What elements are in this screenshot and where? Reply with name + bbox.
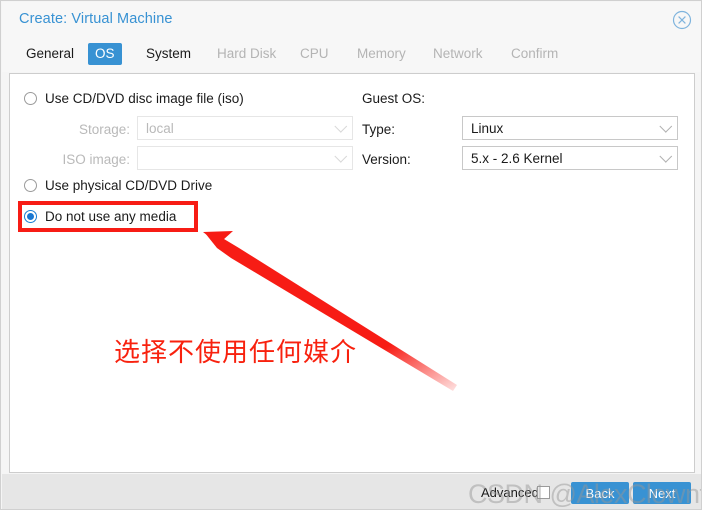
- os-type-label: Type:: [362, 122, 396, 137]
- tab-system[interactable]: System: [139, 43, 198, 65]
- os-type-select[interactable]: Linux: [462, 116, 678, 140]
- chevron-down-icon: [330, 119, 352, 133]
- os-version-label: Version:: [362, 152, 411, 167]
- chevron-down-icon: [655, 149, 677, 163]
- create-vm-dialog: Create: Virtual Machine General OS Syste…: [0, 0, 702, 510]
- wizard-tabbar: General OS System Hard Disk CPU Memory N…: [2, 38, 701, 72]
- os-type-select-value: Linux: [471, 120, 504, 136]
- tab-cpu[interactable]: CPU: [293, 43, 336, 65]
- tab-confirm[interactable]: Confirm: [504, 43, 565, 65]
- tab-os[interactable]: OS: [88, 43, 122, 65]
- storage-select-value: local: [146, 120, 174, 136]
- close-circle-glyph: [672, 10, 692, 30]
- radio-no-media-row[interactable]: Do not use any media: [24, 209, 176, 224]
- next-button[interactable]: Next: [633, 482, 691, 504]
- os-step-panel: Use CD/DVD disc image file (iso) Storage…: [9, 73, 695, 473]
- tab-general[interactable]: General: [19, 43, 81, 65]
- radio-no-media-label: Do not use any media: [45, 209, 177, 224]
- storage-select[interactable]: local: [137, 116, 353, 140]
- back-button[interactable]: Back: [571, 482, 629, 504]
- dialog-title: Create: Virtual Machine: [19, 11, 173, 27]
- os-version-select-value: 5.x - 2.6 Kernel: [471, 150, 563, 166]
- chevron-down-icon: [655, 119, 677, 133]
- tab-hard-disk[interactable]: Hard Disk: [210, 43, 283, 65]
- iso-image-select[interactable]: [137, 146, 353, 170]
- advanced-label: Advanced: [481, 485, 539, 500]
- advanced-checkbox[interactable]: [537, 486, 550, 499]
- radio-use-physical-label: Use physical CD/DVD Drive: [45, 178, 213, 193]
- radio-use-iso[interactable]: [24, 92, 37, 105]
- chevron-down-icon: [330, 149, 352, 163]
- radio-use-physical-row[interactable]: Use physical CD/DVD Drive: [24, 178, 212, 193]
- guest-os-heading: Guest OS:: [362, 91, 426, 106]
- radio-no-media[interactable]: [24, 210, 37, 223]
- os-version-select[interactable]: 5.x - 2.6 Kernel: [462, 146, 678, 170]
- tab-network[interactable]: Network: [426, 43, 490, 65]
- iso-image-label: ISO image:: [62, 152, 130, 167]
- storage-label: Storage:: [78, 122, 130, 137]
- tab-memory[interactable]: Memory: [350, 43, 413, 65]
- dialog-titlebar: Create: Virtual Machine: [2, 2, 701, 38]
- radio-use-iso-label: Use CD/DVD disc image file (iso): [45, 91, 244, 106]
- close-icon[interactable]: [672, 10, 692, 30]
- radio-use-physical[interactable]: [24, 179, 37, 192]
- radio-use-iso-row[interactable]: Use CD/DVD disc image file (iso): [24, 91, 244, 106]
